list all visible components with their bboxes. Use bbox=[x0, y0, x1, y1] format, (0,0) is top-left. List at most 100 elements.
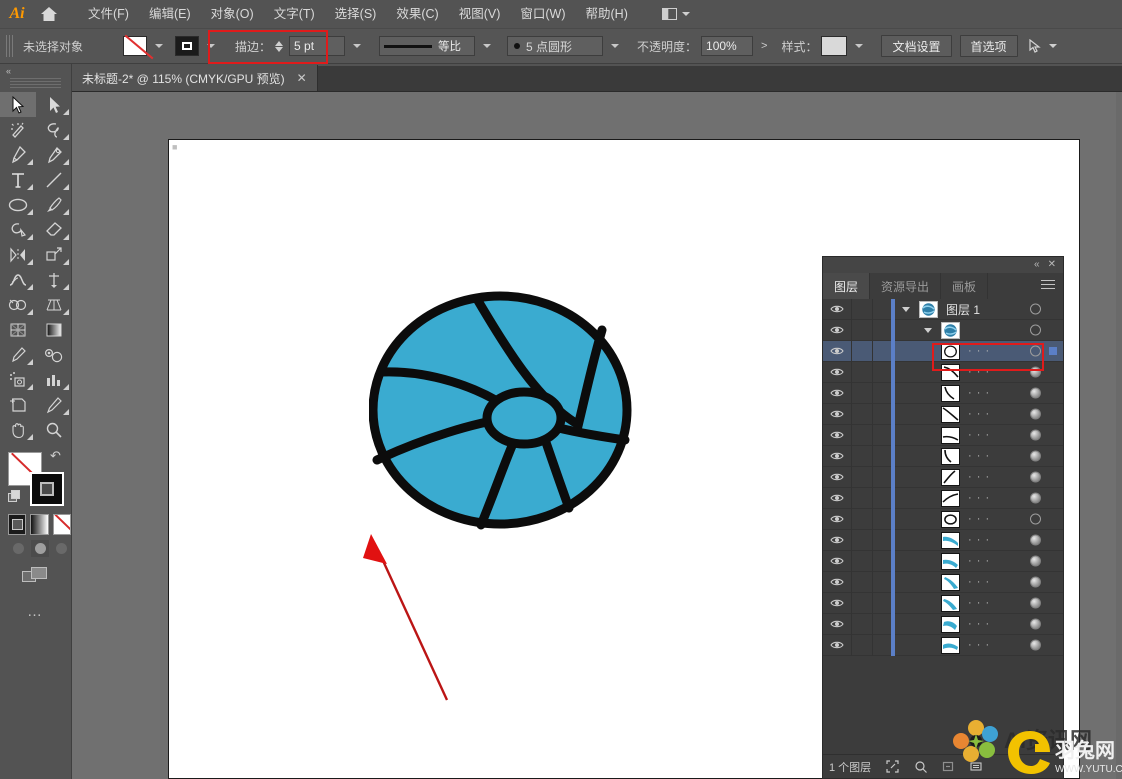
opacity-flyout-icon[interactable]: > bbox=[757, 40, 771, 52]
layer-name[interactable]: · · · bbox=[968, 639, 990, 651]
layer-name[interactable]: · · · bbox=[968, 429, 990, 441]
symbol-sprayer-tool[interactable] bbox=[0, 367, 36, 392]
target-indicator[interactable] bbox=[1030, 513, 1041, 525]
visibility-eye-icon[interactable] bbox=[823, 409, 851, 419]
lock-toggle[interactable] bbox=[851, 613, 873, 635]
panel-menu-icon[interactable] bbox=[1041, 280, 1055, 292]
arrange-documents-button[interactable] bbox=[658, 6, 694, 22]
free-transform-tool[interactable] bbox=[36, 267, 72, 292]
target-indicator[interactable] bbox=[1030, 429, 1041, 441]
stroke-control[interactable] bbox=[175, 36, 219, 56]
target-indicator[interactable] bbox=[1030, 534, 1041, 546]
menu-type[interactable]: 文字(T) bbox=[264, 3, 325, 25]
stroke-dropdown-icon[interactable] bbox=[203, 36, 219, 56]
document-tab[interactable]: 未标题-2* @ 115% (CMYK/GPU 预览) ✕ bbox=[72, 65, 318, 91]
menu-effect[interactable]: 效果(C) bbox=[386, 3, 448, 25]
menu-select[interactable]: 选择(S) bbox=[325, 3, 387, 25]
selection-tool[interactable] bbox=[0, 92, 36, 117]
shape-builder-tool[interactable] bbox=[0, 292, 36, 317]
document-setup-button[interactable]: 文档设置 bbox=[881, 35, 952, 57]
stroke-weight-dropdown-icon[interactable] bbox=[349, 36, 365, 56]
fill-control[interactable] bbox=[123, 36, 167, 56]
visibility-eye-icon[interactable] bbox=[823, 451, 851, 461]
tools-panel-grip[interactable] bbox=[10, 78, 61, 88]
menu-view[interactable]: 视图(V) bbox=[449, 3, 511, 25]
draw-inside-icon[interactable] bbox=[52, 540, 71, 557]
style-control[interactable]: 样式： bbox=[781, 36, 867, 56]
mesh-tool[interactable] bbox=[0, 317, 36, 342]
brush-definition-select[interactable]: 5 点圆形 bbox=[507, 36, 604, 56]
draw-normal-icon[interactable] bbox=[9, 540, 28, 557]
layer-row[interactable]: · · · bbox=[823, 361, 1063, 383]
locate-object-icon[interactable] bbox=[885, 760, 899, 774]
visibility-eye-icon[interactable] bbox=[823, 556, 851, 566]
layer-row[interactable]: 图层 1 bbox=[823, 299, 1063, 320]
lock-toggle[interactable] bbox=[851, 487, 873, 509]
layer-name[interactable]: 图层 1 bbox=[946, 301, 980, 318]
width-tool[interactable] bbox=[0, 267, 36, 292]
layer-row[interactable] bbox=[823, 319, 1063, 341]
visibility-eye-icon[interactable] bbox=[823, 598, 851, 608]
layer-row[interactable]: · · · bbox=[823, 382, 1063, 404]
preferences-button[interactable]: 首选项 bbox=[959, 35, 1018, 57]
target-indicator[interactable] bbox=[1030, 471, 1041, 483]
visibility-eye-icon[interactable] bbox=[823, 640, 851, 650]
stroke-weight-stepper[interactable] bbox=[275, 40, 284, 52]
lock-toggle[interactable] bbox=[851, 571, 873, 593]
perspective-grid-tool[interactable] bbox=[36, 292, 72, 317]
layer-row[interactable]: · · · bbox=[823, 634, 1063, 656]
layer-name[interactable]: · · · bbox=[968, 366, 990, 378]
stroke-profile-dropdown-icon[interactable] bbox=[479, 36, 495, 56]
menu-help[interactable]: 帮助(H) bbox=[576, 3, 638, 25]
target-indicator[interactable] bbox=[1030, 303, 1041, 315]
target-indicator[interactable] bbox=[1030, 639, 1041, 651]
style-swatch[interactable] bbox=[821, 36, 848, 56]
screen-mode-icon[interactable] bbox=[22, 567, 48, 587]
lock-toggle[interactable] bbox=[851, 424, 873, 446]
lock-toggle[interactable] bbox=[851, 361, 873, 383]
lock-toggle[interactable] bbox=[851, 550, 873, 572]
rotate-tool[interactable] bbox=[0, 242, 36, 267]
target-indicator[interactable] bbox=[1030, 492, 1041, 504]
lock-toggle[interactable] bbox=[851, 466, 873, 488]
layer-name[interactable]: · · · bbox=[968, 345, 990, 357]
layer-row[interactable]: · · · bbox=[823, 508, 1063, 530]
layer-name[interactable]: · · · bbox=[968, 492, 990, 504]
close-icon[interactable]: ✕ bbox=[297, 71, 307, 85]
style-dropdown-icon[interactable] bbox=[851, 36, 867, 56]
stroke-profile-control[interactable]: 等比 bbox=[379, 36, 495, 56]
layer-name[interactable]: · · · bbox=[968, 576, 990, 588]
lock-toggle[interactable] bbox=[851, 592, 873, 614]
artboard-tool[interactable] bbox=[0, 392, 36, 417]
visibility-eye-icon[interactable] bbox=[823, 430, 851, 440]
layer-name[interactable]: · · · bbox=[968, 450, 990, 462]
layer-name[interactable]: · · · bbox=[968, 387, 990, 399]
direct-selection-tool[interactable] bbox=[36, 92, 72, 117]
brush-definition-control[interactable]: 5 点圆形 bbox=[507, 36, 623, 56]
line-segment-tool[interactable] bbox=[36, 167, 72, 192]
gradient-tool[interactable] bbox=[36, 317, 72, 342]
curvature-tool[interactable] bbox=[36, 142, 72, 167]
layer-row[interactable]: · · · bbox=[823, 424, 1063, 446]
canvas-vertical-scrollbar[interactable] bbox=[1116, 92, 1122, 779]
visibility-eye-icon[interactable] bbox=[823, 367, 851, 377]
layer-row[interactable]: · · · bbox=[823, 340, 1063, 362]
gradient-button[interactable] bbox=[30, 514, 49, 535]
layer-name[interactable]: · · · bbox=[968, 597, 990, 609]
layer-row[interactable]: · · · bbox=[823, 550, 1063, 572]
layer-name[interactable]: · · · bbox=[968, 471, 990, 483]
lasso-tool[interactable] bbox=[36, 117, 72, 142]
color-button[interactable] bbox=[8, 514, 27, 535]
zoom-tool[interactable] bbox=[36, 417, 72, 442]
collapse-tools-icon[interactable]: « bbox=[0, 64, 71, 78]
target-indicator[interactable] bbox=[1030, 324, 1041, 336]
layer-row[interactable]: · · · bbox=[823, 592, 1063, 614]
lock-toggle[interactable] bbox=[851, 508, 873, 530]
stroke-swatch[interactable] bbox=[175, 36, 199, 56]
target-indicator[interactable] bbox=[1030, 387, 1041, 399]
fill-swatch[interactable] bbox=[123, 36, 147, 56]
target-indicator[interactable] bbox=[1030, 597, 1041, 609]
eraser-tool[interactable] bbox=[36, 217, 72, 242]
visibility-eye-icon[interactable] bbox=[823, 577, 851, 587]
lock-toggle[interactable] bbox=[851, 340, 873, 362]
